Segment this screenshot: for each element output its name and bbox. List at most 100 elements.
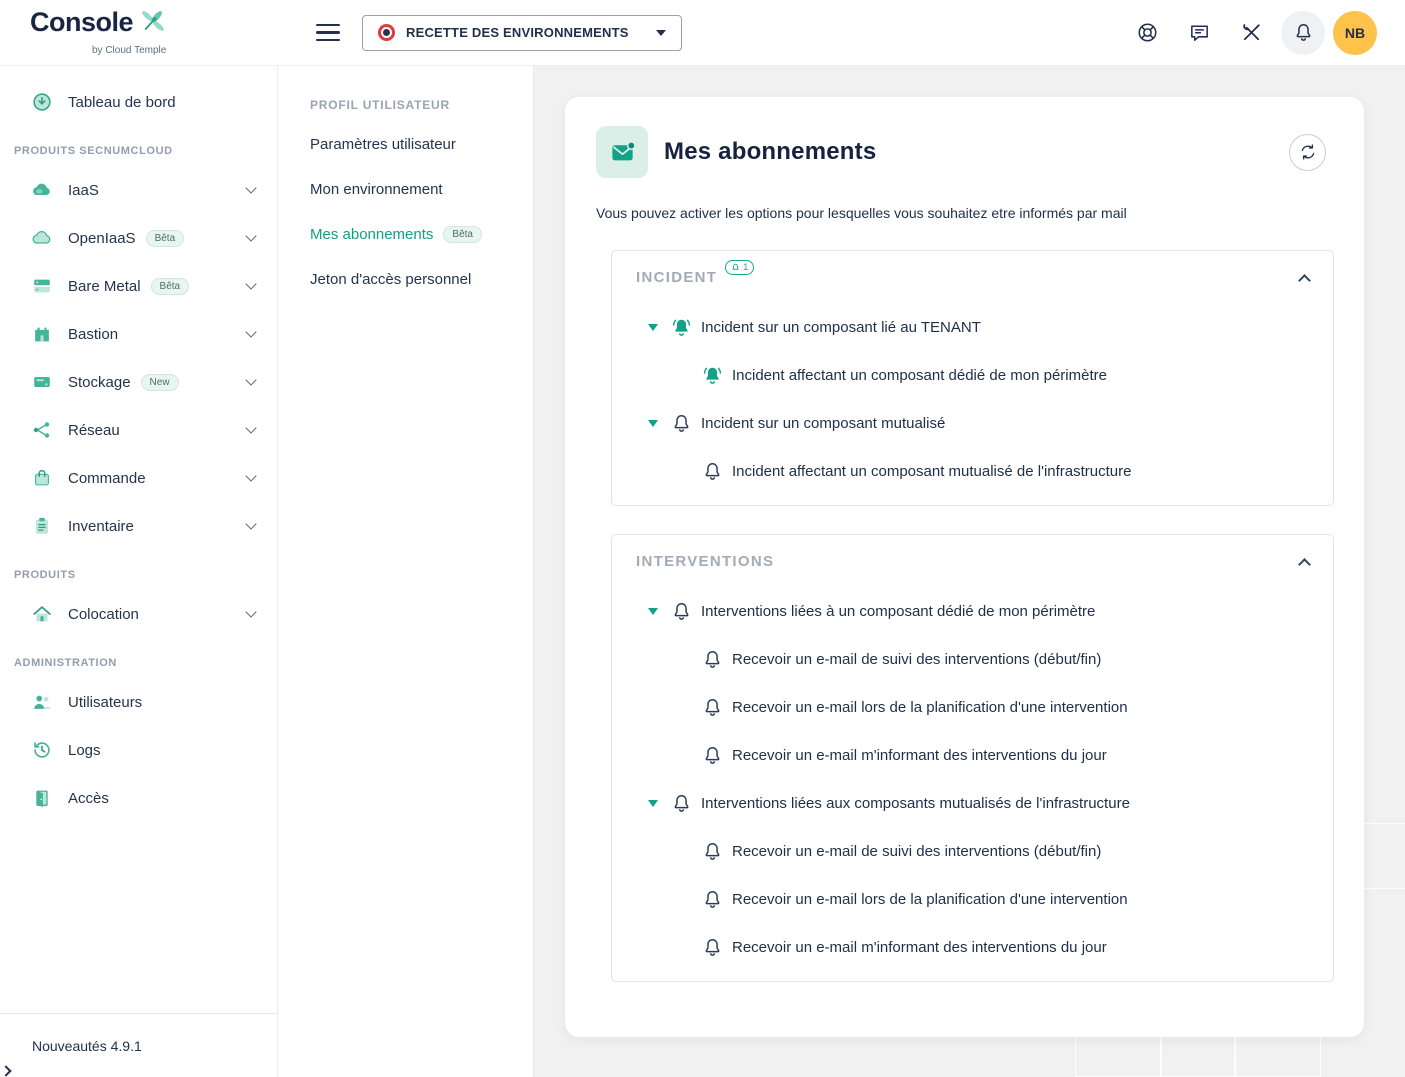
- sidebar-item-logs[interactable]: Logs: [0, 726, 277, 774]
- bell-outline-icon[interactable]: [701, 460, 723, 482]
- subnav-item-environnement[interactable]: Mon environnement: [310, 179, 533, 199]
- sidebar-item-commande[interactable]: Commande: [0, 454, 277, 502]
- bell-filled-icon[interactable]: [701, 364, 723, 386]
- card-header: Mes abonnements: [565, 97, 1364, 178]
- app-logo[interactable]: Console by Cloud Temple: [0, 9, 278, 56]
- sidebar-item-label: Utilisateurs: [68, 694, 142, 711]
- dashboard-icon: [30, 90, 54, 114]
- logo-title: Console: [30, 9, 133, 36]
- subscription-row[interactable]: Interventions liées à un composant dédié…: [612, 587, 1333, 635]
- hamburger-menu-icon[interactable]: [316, 24, 340, 41]
- subscription-row[interactable]: Incident sur un composant mutualisé: [612, 399, 1333, 447]
- environment-target-icon: [378, 24, 395, 41]
- incident-section-header[interactable]: INCIDENT 1: [612, 251, 1333, 303]
- subscription-row[interactable]: Incident sur un composant lié au TENANT: [612, 303, 1333, 351]
- sidebar-item-bastion[interactable]: Bastion: [0, 310, 277, 358]
- interventions-section-header[interactable]: INTERVENTIONS: [612, 535, 1333, 587]
- dragonfly-icon: [135, 5, 169, 43]
- caret-down-icon[interactable]: [648, 608, 658, 615]
- badge-count: 1: [743, 263, 748, 272]
- bell-filled-icon[interactable]: [670, 316, 692, 338]
- bell-outline-icon[interactable]: [670, 412, 692, 434]
- subscription-row[interactable]: Recevoir un e-mail m'informant des inter…: [612, 731, 1333, 779]
- bell-outline-icon[interactable]: [701, 840, 723, 862]
- sidebar-item-inventaire[interactable]: Inventaire: [0, 502, 277, 550]
- sidebar-item-label: Logs: [68, 742, 101, 759]
- beta-badge: Bêta: [146, 230, 185, 247]
- help-button[interactable]: [1125, 11, 1169, 55]
- chevron-down-icon: [245, 230, 256, 241]
- sidebar-item-bare-metal[interactable]: Bare Metal Bêta: [0, 262, 277, 310]
- chevron-up-icon[interactable]: [1298, 558, 1311, 571]
- bell-outline-icon[interactable]: [670, 792, 692, 814]
- chevron-down-icon: [656, 30, 666, 36]
- page-subtitle: Vous pouvez activer les options pour les…: [596, 205, 1326, 221]
- sidebar-item-dashboard[interactable]: Tableau de bord: [0, 78, 277, 126]
- sidebar-item-utilisateurs[interactable]: Utilisateurs: [0, 678, 277, 726]
- sidebar: Tableau de bord PRODUITS SECNUMCLOUD Iaa…: [0, 66, 278, 1077]
- sidebar-item-label: Inventaire: [68, 518, 134, 535]
- sidebar-item-label: Commande: [68, 470, 146, 487]
- bell-outline-icon[interactable]: [701, 648, 723, 670]
- sidebar-item-openiaas[interactable]: OpenIaaS Bêta: [0, 214, 277, 262]
- logo-subtitle: by Cloud Temple: [92, 45, 278, 56]
- bell-outline-icon[interactable]: [701, 696, 723, 718]
- sidebar-section-heading: PRODUITS: [0, 550, 277, 590]
- subscription-row[interactable]: Recevoir un e-mail de suivi des interven…: [612, 827, 1333, 875]
- sidebar-item-acces[interactable]: Accès: [0, 774, 277, 822]
- chevron-down-icon: [245, 182, 256, 193]
- sidebar-item-stockage[interactable]: Stockage New: [0, 358, 277, 406]
- subscription-row[interactable]: Interventions liées aux composants mutua…: [612, 779, 1333, 827]
- lifebuoy-icon: [1136, 21, 1159, 44]
- subscription-label: Recevoir un e-mail de suivi des interven…: [732, 651, 1101, 668]
- sidebar-item-label: IaaS: [68, 182, 99, 199]
- subscription-row[interactable]: Recevoir un e-mail lors de la planificat…: [612, 683, 1333, 731]
- sidebar-item-reseau[interactable]: Réseau: [0, 406, 277, 454]
- subscription-row[interactable]: Recevoir un e-mail de suivi des interven…: [612, 635, 1333, 683]
- bell-outline-icon[interactable]: [670, 600, 692, 622]
- server-icon: [30, 274, 54, 298]
- sidebar-item-label: Tableau de bord: [68, 94, 176, 111]
- refresh-icon: [1299, 143, 1317, 161]
- tools-button[interactable]: [1229, 11, 1273, 55]
- cloud-icon: [30, 178, 54, 202]
- subscription-row[interactable]: Incident affectant un composant dédié de…: [612, 351, 1333, 399]
- environment-label: RECETTE DES ENVIRONNEMENTS: [406, 25, 629, 40]
- notifications-button[interactable]: [1281, 11, 1325, 55]
- subscription-label: Recevoir un e-mail de suivi des interven…: [732, 843, 1101, 860]
- subscription-label: Incident sur un composant mutualisé: [701, 415, 945, 432]
- subnav-item-parametres[interactable]: Paramètres utilisateur: [310, 134, 533, 154]
- user-avatar[interactable]: NB: [1333, 11, 1377, 55]
- bell-outline-icon[interactable]: [701, 888, 723, 910]
- bell-outline-icon[interactable]: [701, 936, 723, 958]
- sidebar-item-iaas[interactable]: IaaS: [0, 166, 277, 214]
- subscription-label: Recevoir un e-mail lors de la planificat…: [732, 699, 1128, 716]
- sidebar-item-label: Stockage: [68, 374, 131, 391]
- feedback-button[interactable]: [1177, 11, 1221, 55]
- caret-down-icon[interactable]: [648, 420, 658, 427]
- subnav-item-abonnements[interactable]: Mes abonnements Bêta: [310, 224, 533, 244]
- subscription-label: Recevoir un e-mail m'informant des inter…: [732, 747, 1107, 764]
- beta-badge: Bêta: [443, 226, 482, 243]
- subscription-row[interactable]: Incident affectant un composant mutualis…: [612, 447, 1333, 495]
- refresh-button[interactable]: [1289, 134, 1326, 171]
- sidebar-item-colocation[interactable]: Colocation: [0, 590, 277, 638]
- caret-down-icon[interactable]: [648, 324, 658, 331]
- whats-new-link[interactable]: Nouveautés 4.9.1: [0, 1013, 277, 1077]
- subscription-row[interactable]: Recevoir un e-mail lors de la planificat…: [612, 875, 1333, 923]
- door-icon: [30, 786, 54, 810]
- fortress-icon: [30, 322, 54, 346]
- sidebar-item-label: OpenIaaS: [68, 230, 136, 247]
- subscription-row[interactable]: Recevoir un e-mail m'informant des inter…: [612, 923, 1333, 971]
- beta-badge: Bêta: [151, 278, 190, 295]
- chevron-down-icon: [245, 518, 256, 529]
- chevron-up-icon[interactable]: [1298, 274, 1311, 287]
- subscription-label: Interventions liées à un composant dédié…: [701, 603, 1095, 620]
- caret-down-icon[interactable]: [648, 800, 658, 807]
- environment-selector[interactable]: RECETTE DES ENVIRONNEMENTS: [362, 15, 682, 51]
- bell-outline-icon[interactable]: [701, 744, 723, 766]
- clipboard-icon: [30, 514, 54, 538]
- subnav-item-jeton[interactable]: Jeton d'accès personnel: [310, 269, 533, 289]
- network-icon: [30, 418, 54, 442]
- topbar: Console by Cloud Temple RECETTE DES ENVI…: [0, 0, 1405, 66]
